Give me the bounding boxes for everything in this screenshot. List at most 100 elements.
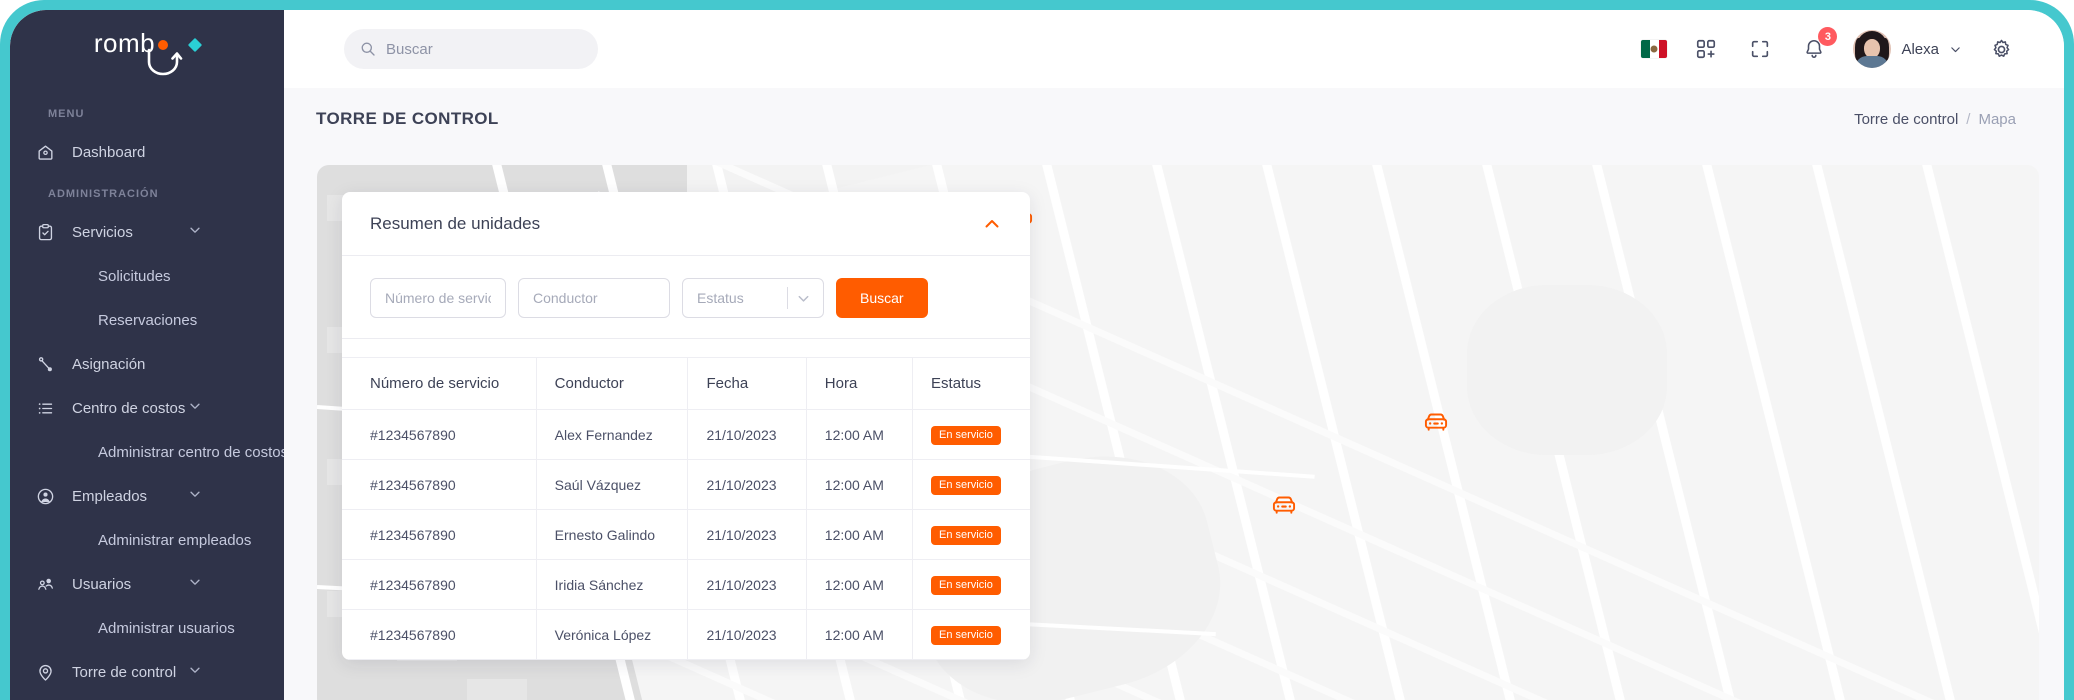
service-number-field[interactable] xyxy=(370,278,506,318)
units-table: Número de servicio Conductor Fecha Hora Esta… xyxy=(342,357,1030,660)
avatar xyxy=(1853,30,1892,68)
table-row[interactable]: #1234567890 Saúl Vázquez 21/10/2023 12:00 A… xyxy=(342,459,1030,510)
panel-title: Resumen de unidades xyxy=(370,213,541,233)
cell-hora: 12:00 AM xyxy=(806,459,914,510)
cell-hora: 12:00 AM xyxy=(806,559,914,610)
car-marker-icon[interactable] xyxy=(1423,411,1449,433)
table-body: #1234567890 Alex Fernandez 21/10/2023 12:00… xyxy=(342,409,1030,660)
sidebar-item-administrar-centro-de-costos[interactable]: Administrar centro de costos xyxy=(10,430,284,474)
user-name: Alexa xyxy=(1901,40,1939,58)
status-badge: En servicio xyxy=(931,475,1001,495)
map-block xyxy=(467,679,527,700)
sidebar-section-label: MENU xyxy=(48,108,85,120)
column-header: Hora xyxy=(806,357,914,410)
column-header: Fecha xyxy=(687,357,807,410)
page-header: TORRE DE CONTROL Torre de control / Mapa xyxy=(284,88,2064,150)
panel-filters: Estatus Buscar xyxy=(342,256,1030,339)
cell-numero: #1234567890 xyxy=(342,609,537,660)
breadcrumb-current: Mapa xyxy=(1978,110,2016,128)
app-window: romb MENU Dashboard ADMINISTRACIÓN Servicio… xyxy=(10,10,2064,700)
search-input[interactable] xyxy=(386,40,566,58)
sidebar-item-asignaci-n[interactable]: Asignación xyxy=(10,342,284,386)
units-summary-panel: Resumen de unidades Estatus xyxy=(342,192,1030,660)
cell-fecha: 21/10/2023 xyxy=(687,459,807,510)
chevron-down-icon xyxy=(188,399,202,417)
cell-numero: #1234567890 xyxy=(342,459,537,510)
cell-numero: #1234567890 xyxy=(342,509,537,560)
panel-search-button[interactable]: Buscar xyxy=(836,278,928,318)
app-logo[interactable]: romb xyxy=(10,10,284,94)
cell-estatus: En servicio xyxy=(912,609,1030,660)
apps-grid-icon[interactable] xyxy=(1691,34,1721,64)
column-header: Número de servicio xyxy=(342,357,537,410)
status-badge: En servicio xyxy=(931,575,1001,595)
sidebar-item-servicios[interactable]: Servicios xyxy=(10,210,284,254)
chevron-down-icon xyxy=(1951,46,1960,52)
panel-header: Resumen de unidades xyxy=(342,192,1030,256)
status-badge: En servicio xyxy=(931,425,1001,445)
sidebar-item-reservaciones[interactable]: Reservaciones xyxy=(10,298,284,342)
notifications-button[interactable]: 3 xyxy=(1799,27,1838,64)
cell-estatus: En servicio xyxy=(912,409,1030,460)
home-icon xyxy=(36,142,62,162)
sidebar-item-label: Servicios xyxy=(72,223,133,241)
sidebar-item-torre-de-control[interactable]: Torre de control xyxy=(10,650,284,694)
table-row[interactable]: #1234567890 Iridia Sánchez 21/10/2023 12:00… xyxy=(342,559,1030,610)
select-divider xyxy=(787,287,788,309)
sidebar-item-label: Asignación xyxy=(72,355,146,373)
cell-hora: 12:00 AM xyxy=(806,509,914,560)
cell-conductor: Ernesto Galindo xyxy=(536,509,689,560)
car-marker-icon[interactable] xyxy=(1271,494,1297,516)
sidebar-item-solicitudes[interactable]: Solicitudes xyxy=(10,254,284,298)
global-search[interactable] xyxy=(344,29,598,69)
driver-field[interactable] xyxy=(518,278,670,318)
cell-conductor: Saúl Vázquez xyxy=(536,459,689,510)
sidebar-item-centro-de-costos[interactable]: Centro de costos xyxy=(10,386,284,430)
app-frame: romb MENU Dashboard ADMINISTRACIÓN Servicio… xyxy=(0,0,2074,700)
breadcrumb-parent[interactable]: Torre de control xyxy=(1854,111,1958,128)
map-park xyxy=(1467,285,1667,455)
sidebar-item-label: Administrar empleados xyxy=(98,531,252,549)
sidebar-item-label: Solicitudes xyxy=(98,267,171,285)
driver-input[interactable] xyxy=(533,290,655,306)
chevron-down-icon xyxy=(188,487,202,505)
cell-estatus: En servicio xyxy=(912,559,1030,610)
sidebar-item-label: Dashboard xyxy=(72,143,146,161)
sidebar-item-usuarios[interactable]: Usuarios xyxy=(10,562,284,606)
sidebar-item-label: Usuarios xyxy=(72,575,132,593)
fullscreen-icon[interactable] xyxy=(1745,34,1775,64)
user-menu[interactable]: Alexa xyxy=(1853,30,1962,68)
sidebar-item-empleados[interactable]: Empleados xyxy=(10,474,284,518)
chevron-up-icon[interactable] xyxy=(982,214,1002,234)
status-badge: En servicio xyxy=(931,525,1001,545)
gear-icon[interactable] xyxy=(1986,34,2016,64)
cell-hora: 12:00 AM xyxy=(806,609,914,660)
sidebar-item-label: Administrar centro de costos xyxy=(98,443,284,461)
table-row[interactable]: #1234567890 Verónica López 21/10/2023 12:00… xyxy=(342,609,1030,660)
column-header: Conductor xyxy=(536,357,689,410)
cell-estatus: En servicio xyxy=(912,459,1030,510)
cell-fecha: 21/10/2023 xyxy=(687,559,807,610)
clipboard-check-icon xyxy=(36,222,62,242)
cell-fecha: 21/10/2023 xyxy=(687,509,807,560)
breadcrumb: Torre de control / Mapa xyxy=(1854,111,2016,128)
status-select[interactable]: Estatus xyxy=(682,278,824,318)
column-header: Estatus xyxy=(912,357,1030,410)
sidebar: romb MENU Dashboard ADMINISTRACIÓN Servicio… xyxy=(10,10,284,700)
mexico-flag-icon[interactable] xyxy=(1641,40,1668,58)
page-title: TORRE DE CONTROL xyxy=(316,109,499,128)
sidebar-item-dashboard[interactable]: Dashboard xyxy=(10,130,284,174)
sidebar-item-administrar-empleados[interactable]: Administrar empleados xyxy=(10,518,284,562)
cell-hora: 12:00 AM xyxy=(806,409,914,460)
cell-numero: #1234567890 xyxy=(342,559,537,610)
sidebar-item-label: Empleados xyxy=(72,487,148,505)
users-icon xyxy=(36,574,62,594)
service-number-input[interactable] xyxy=(385,290,491,306)
table-row[interactable]: #1234567890 Ernesto Galindo 21/10/2023 12:0… xyxy=(342,509,1030,560)
chevron-down-icon xyxy=(188,575,202,593)
table-row[interactable]: #1234567890 Alex Fernandez 21/10/2023 12:00… xyxy=(342,409,1030,460)
table-head: Número de servicio Conductor Fecha Hora Esta… xyxy=(342,357,1030,410)
sidebar-item-administrar-usuarios[interactable]: Administrar usuarios xyxy=(10,606,284,650)
list-icon xyxy=(36,398,62,418)
table-header-row: Número de servicio Conductor Fecha Hora Esta… xyxy=(342,357,1030,410)
